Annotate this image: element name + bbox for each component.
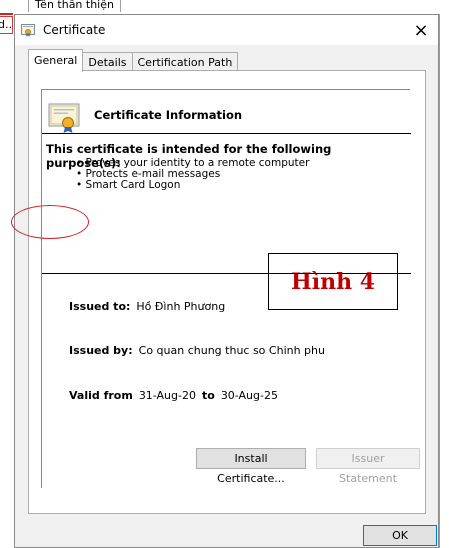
divider xyxy=(42,273,411,274)
tab-bar: General Details Certification Path xyxy=(28,49,239,72)
close-icon: × xyxy=(413,19,429,41)
certificate-dialog: Certificate × General Details Certificat… xyxy=(14,14,439,548)
info-title: Certificate Information xyxy=(94,108,243,122)
certificate-icon xyxy=(21,24,35,37)
issued-to-value: Hồ Đình Phương xyxy=(136,300,226,313)
validity-row: Valid from 31-Aug-20 to 30-Aug-25 xyxy=(69,389,278,402)
certificate-ribbon-icon xyxy=(48,103,80,133)
figure-label-box: Hình 4 xyxy=(268,253,398,310)
issued-by-value: Co quan chung thuc so Chinh phu xyxy=(138,344,325,357)
purpose-list: Proves your identity to a remote compute… xyxy=(76,158,310,191)
background-button-fragment[interactable]: d... xyxy=(0,16,13,34)
tab-details[interactable]: Details xyxy=(82,52,133,72)
tab-general[interactable]: General xyxy=(28,49,84,72)
issued-to-row: Issued to: Hồ Đình Phương xyxy=(69,300,225,313)
valid-from-value: 31-Aug-20 xyxy=(138,389,196,402)
title-bar: Certificate × xyxy=(15,15,438,45)
ok-button[interactable]: OK xyxy=(363,525,437,546)
annotation-circle xyxy=(11,205,89,239)
purpose-item: Smart Card Logon xyxy=(76,180,309,191)
divider xyxy=(42,133,411,134)
tab-certification-path[interactable]: Certification Path xyxy=(131,52,239,72)
background-window-header: Tên thân thiện xyxy=(0,0,449,14)
annotation-mark xyxy=(0,13,13,15)
install-certificate-button[interactable]: Install Certificate... xyxy=(196,448,306,485)
background-window-frame-right xyxy=(439,14,449,548)
issued-to-label: Issued to: xyxy=(69,300,131,313)
issuer-statement-button[interactable]: Issuer Statement xyxy=(316,448,420,485)
issued-by-row: Issued by: Co quan chung thuc so Chinh ph… xyxy=(69,344,325,357)
background-button-label: d... xyxy=(0,18,12,31)
valid-from-label: Valid from xyxy=(69,389,133,402)
valid-to-value: 30-Aug-25 xyxy=(220,389,278,402)
close-button[interactable]: × xyxy=(404,15,438,45)
column-header-friendly-name: Tên thân thiện xyxy=(28,0,121,12)
dialog-title: Certificate xyxy=(43,23,106,37)
issued-by-label: Issued by: xyxy=(69,344,133,357)
certificate-info-box: Certificate Information This certificate… xyxy=(41,89,411,488)
valid-to-label: to xyxy=(201,389,215,402)
